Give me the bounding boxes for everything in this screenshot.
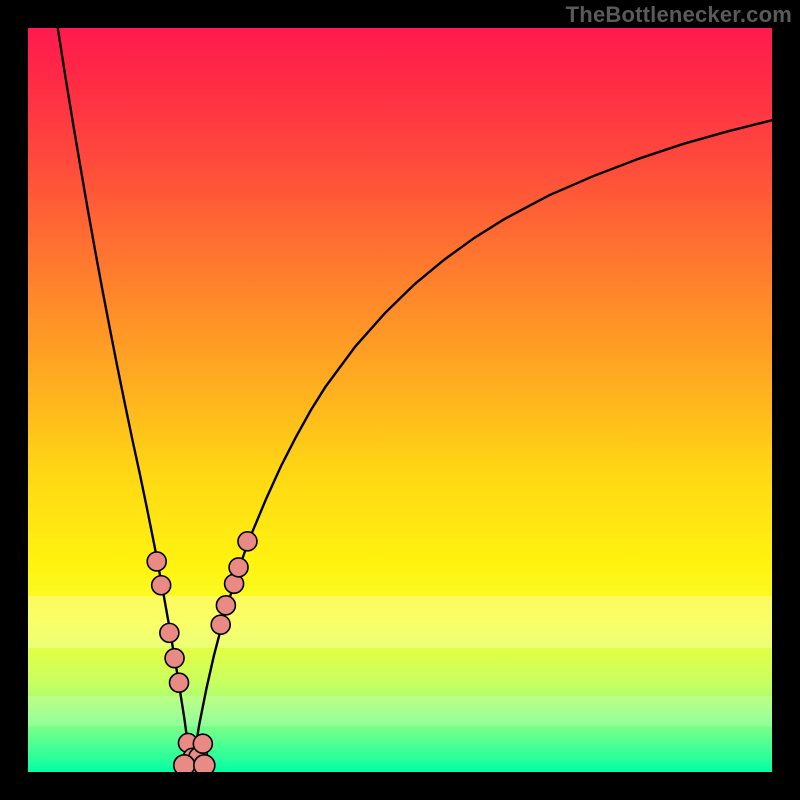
data-dot-right [193, 734, 212, 753]
data-dot-right [229, 558, 248, 577]
data-dot-right [238, 532, 257, 551]
watermark-text: TheBottlenecker.com [566, 2, 792, 28]
data-dot-bottom [194, 755, 215, 772]
viewport: TheBottlenecker.com [0, 0, 800, 800]
data-dot-left [152, 576, 171, 595]
data-dot-left [147, 552, 166, 571]
plot-area [28, 28, 772, 772]
data-dot-right [216, 596, 235, 615]
dots-svg [28, 28, 772, 772]
data-dot-left [170, 673, 189, 692]
data-dot-right [211, 615, 230, 634]
data-dot-bottom [174, 755, 195, 772]
data-dots [147, 532, 257, 772]
data-dot-left [160, 623, 179, 642]
data-dot-left [165, 649, 184, 668]
